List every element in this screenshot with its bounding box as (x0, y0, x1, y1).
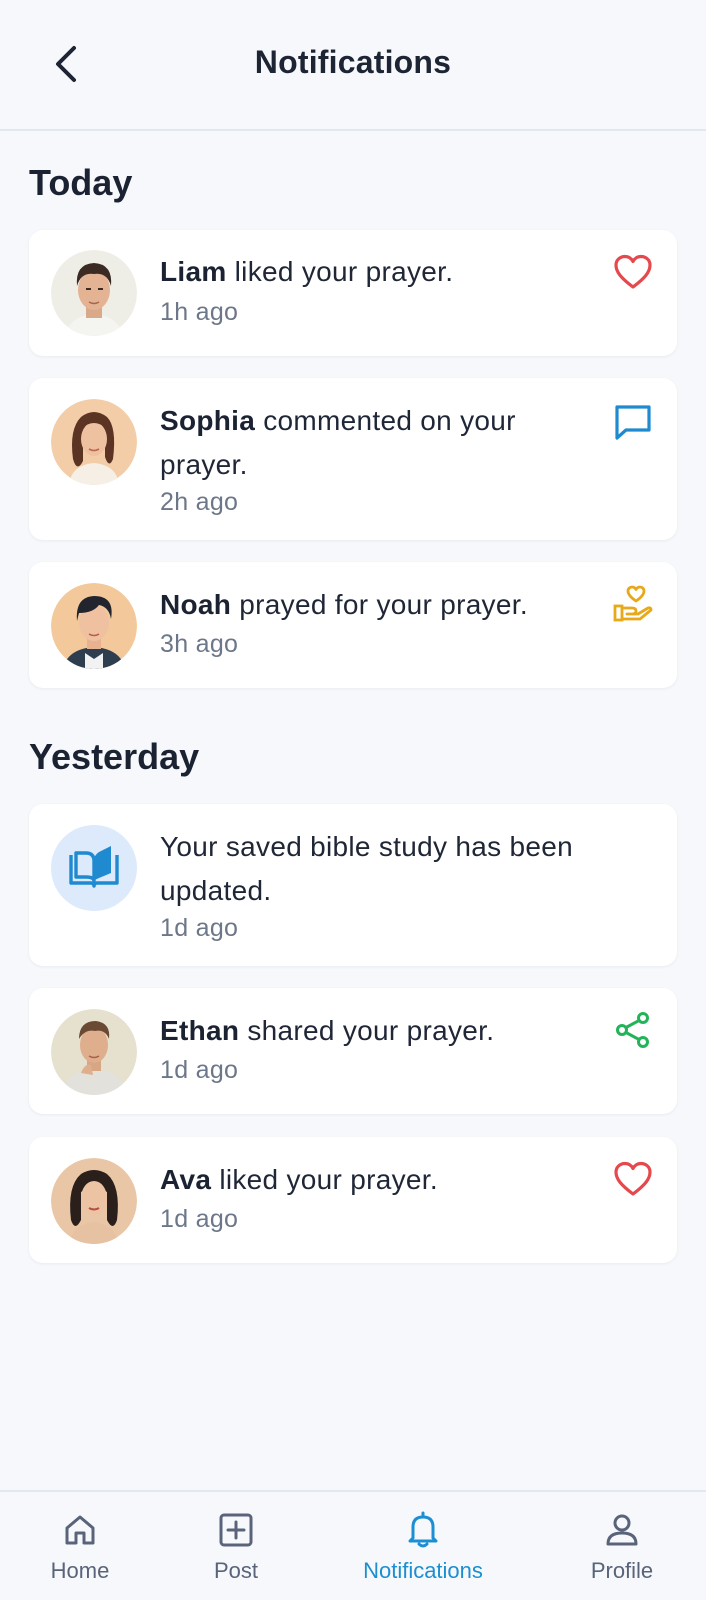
notification-card[interactable]: Liam liked your prayer. 1h ago (29, 230, 677, 356)
timestamp: 1d ago (160, 1056, 239, 1084)
notification-text: prayed for your prayer. (239, 589, 528, 620)
bible-study-avatar (51, 825, 137, 911)
section-title-today: Today (29, 162, 133, 203)
notification-text: liked your prayer. (234, 256, 454, 287)
share-icon[interactable] (611, 1008, 655, 1052)
plus-square-icon (219, 1513, 253, 1547)
notification-message: Liam liked your prayer. (160, 250, 600, 294)
nav-profile[interactable]: Profile (568, 1492, 676, 1600)
avatar (51, 1009, 137, 1095)
avatar (51, 1158, 137, 1244)
nav-label: Profile (590, 1558, 654, 1583)
open-book-icon (69, 846, 119, 888)
nav-home[interactable]: Home (34, 1492, 126, 1600)
user-name[interactable]: Liam (160, 256, 227, 287)
nav-notifications[interactable]: Notifications (343, 1492, 503, 1600)
nav-label: Post (213, 1558, 259, 1583)
comment-icon[interactable] (611, 400, 655, 444)
praying-hand-heart-icon[interactable] (611, 582, 655, 626)
heart-icon[interactable] (611, 1157, 655, 1201)
avatar (51, 583, 137, 669)
notifications-screen: Notifications Today Liam liked your pray… (0, 0, 706, 1600)
timestamp: 1d ago (160, 1205, 239, 1233)
user-icon (606, 1514, 638, 1546)
bottom-navigation: Home Post Notifications Profile (0, 1490, 706, 1600)
nav-post[interactable]: Post (190, 1492, 282, 1600)
notification-message: Noah prayed for your prayer. (160, 583, 600, 627)
nav-label: Home (50, 1558, 110, 1583)
notification-card[interactable]: Ethan shared your prayer. 1d ago (29, 988, 677, 1114)
notification-card[interactable]: Your saved bible study has been updated.… (29, 804, 677, 966)
notification-card[interactable]: Ava liked your prayer. 1d ago (29, 1137, 677, 1263)
notification-text: shared your prayer. (247, 1015, 495, 1046)
page-title: Notifications (254, 44, 452, 80)
notification-card[interactable]: Noah prayed for your prayer. 3h ago (29, 562, 677, 688)
bell-icon (408, 1511, 438, 1548)
user-name[interactable]: Ethan (160, 1015, 239, 1046)
heart-icon[interactable] (611, 250, 655, 294)
notification-text: liked your prayer. (219, 1164, 438, 1195)
timestamp: 2h ago (160, 488, 239, 516)
home-icon (65, 1515, 95, 1545)
user-name[interactable]: Sophia (160, 405, 255, 436)
notification-message: Ethan shared your prayer. (160, 1009, 600, 1053)
user-name[interactable]: Noah (160, 589, 231, 620)
top-bar: Notifications (0, 0, 706, 131)
notification-message: Your saved bible study has been updated. (160, 831, 574, 906)
timestamp: 1h ago (160, 298, 239, 326)
section-title-yesterday: Yesterday (29, 736, 200, 777)
user-name[interactable]: Ava (160, 1164, 211, 1195)
avatar (51, 399, 137, 485)
notification-message: Ava liked your prayer. (160, 1158, 600, 1202)
notification-message: Sophia commented on your prayer. (160, 399, 600, 487)
timestamp: 1d ago (160, 914, 239, 942)
timestamp: 3h ago (160, 630, 239, 658)
nav-label: Notifications (363, 1558, 483, 1583)
notification-card[interactable]: Sophia commented on your prayer. 2h ago (29, 378, 677, 540)
avatar (51, 250, 137, 336)
